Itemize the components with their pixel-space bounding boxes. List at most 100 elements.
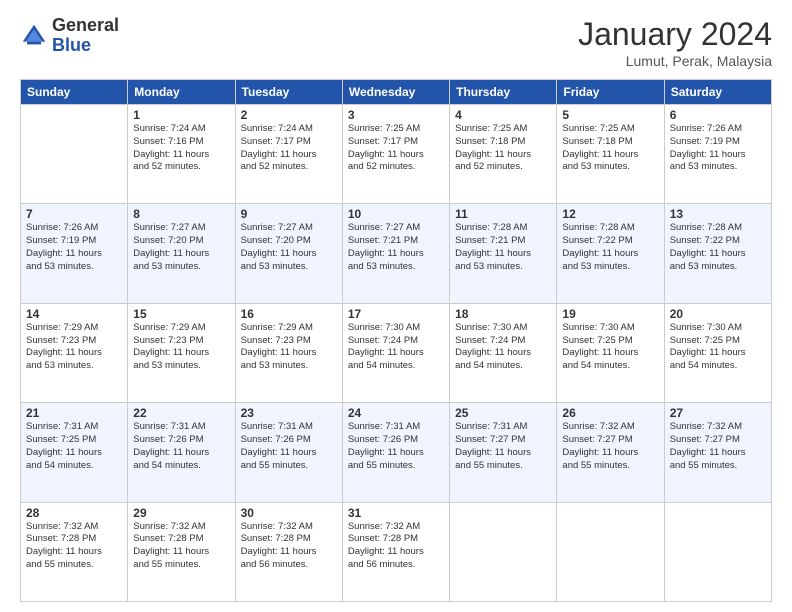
calendar-week-0: 1Sunrise: 7:24 AM Sunset: 7:16 PM Daylig… [21,105,772,204]
day-number: 8 [133,207,229,221]
calendar-title: January 2024 [578,16,772,53]
col-friday: Friday [557,80,664,105]
calendar-cell: 27Sunrise: 7:32 AM Sunset: 7:27 PM Dayli… [664,403,771,502]
calendar-week-1: 7Sunrise: 7:26 AM Sunset: 7:19 PM Daylig… [21,204,772,303]
day-info: Sunrise: 7:32 AM Sunset: 7:28 PM Dayligh… [26,521,122,572]
calendar-cell: 15Sunrise: 7:29 AM Sunset: 7:23 PM Dayli… [128,303,235,402]
col-saturday: Saturday [664,80,771,105]
calendar-cell: 24Sunrise: 7:31 AM Sunset: 7:26 PM Dayli… [342,403,449,502]
calendar-cell [21,105,128,204]
day-number: 20 [670,307,766,321]
col-thursday: Thursday [450,80,557,105]
day-info: Sunrise: 7:31 AM Sunset: 7:26 PM Dayligh… [241,421,337,472]
calendar-cell: 12Sunrise: 7:28 AM Sunset: 7:22 PM Dayli… [557,204,664,303]
day-info: Sunrise: 7:28 AM Sunset: 7:22 PM Dayligh… [670,222,766,273]
day-info: Sunrise: 7:27 AM Sunset: 7:21 PM Dayligh… [348,222,444,273]
day-number: 29 [133,506,229,520]
day-info: Sunrise: 7:30 AM Sunset: 7:24 PM Dayligh… [455,322,551,373]
day-number: 3 [348,108,444,122]
day-number: 9 [241,207,337,221]
calendar-cell: 21Sunrise: 7:31 AM Sunset: 7:25 PM Dayli… [21,403,128,502]
calendar-cell: 10Sunrise: 7:27 AM Sunset: 7:21 PM Dayli… [342,204,449,303]
day-info: Sunrise: 7:32 AM Sunset: 7:28 PM Dayligh… [348,521,444,572]
day-info: Sunrise: 7:27 AM Sunset: 7:20 PM Dayligh… [241,222,337,273]
day-info: Sunrise: 7:32 AM Sunset: 7:27 PM Dayligh… [562,421,658,472]
calendar-table: Sunday Monday Tuesday Wednesday Thursday… [20,79,772,602]
calendar-cell: 25Sunrise: 7:31 AM Sunset: 7:27 PM Dayli… [450,403,557,502]
day-number: 24 [348,406,444,420]
day-info: Sunrise: 7:25 AM Sunset: 7:18 PM Dayligh… [562,123,658,174]
day-number: 1 [133,108,229,122]
day-number: 26 [562,406,658,420]
day-info: Sunrise: 7:32 AM Sunset: 7:27 PM Dayligh… [670,421,766,472]
day-number: 12 [562,207,658,221]
col-wednesday: Wednesday [342,80,449,105]
calendar-cell [664,502,771,601]
day-number: 7 [26,207,122,221]
calendar-cell: 29Sunrise: 7:32 AM Sunset: 7:28 PM Dayli… [128,502,235,601]
day-info: Sunrise: 7:29 AM Sunset: 7:23 PM Dayligh… [241,322,337,373]
day-info: Sunrise: 7:27 AM Sunset: 7:20 PM Dayligh… [133,222,229,273]
calendar-cell: 1Sunrise: 7:24 AM Sunset: 7:16 PM Daylig… [128,105,235,204]
title-block: January 2024 Lumut, Perak, Malaysia [578,16,772,69]
calendar-cell: 9Sunrise: 7:27 AM Sunset: 7:20 PM Daylig… [235,204,342,303]
calendar-cell: 6Sunrise: 7:26 AM Sunset: 7:19 PM Daylig… [664,105,771,204]
calendar-week-3: 21Sunrise: 7:31 AM Sunset: 7:25 PM Dayli… [21,403,772,502]
calendar-cell: 26Sunrise: 7:32 AM Sunset: 7:27 PM Dayli… [557,403,664,502]
calendar-cell: 28Sunrise: 7:32 AM Sunset: 7:28 PM Dayli… [21,502,128,601]
day-info: Sunrise: 7:31 AM Sunset: 7:27 PM Dayligh… [455,421,551,472]
day-info: Sunrise: 7:30 AM Sunset: 7:25 PM Dayligh… [562,322,658,373]
day-info: Sunrise: 7:26 AM Sunset: 7:19 PM Dayligh… [670,123,766,174]
calendar-cell: 16Sunrise: 7:29 AM Sunset: 7:23 PM Dayli… [235,303,342,402]
day-number: 28 [26,506,122,520]
calendar-week-2: 14Sunrise: 7:29 AM Sunset: 7:23 PM Dayli… [21,303,772,402]
day-info: Sunrise: 7:25 AM Sunset: 7:17 PM Dayligh… [348,123,444,174]
day-number: 15 [133,307,229,321]
calendar-cell: 4Sunrise: 7:25 AM Sunset: 7:18 PM Daylig… [450,105,557,204]
calendar-cell: 2Sunrise: 7:24 AM Sunset: 7:17 PM Daylig… [235,105,342,204]
day-number: 18 [455,307,551,321]
calendar-cell: 17Sunrise: 7:30 AM Sunset: 7:24 PM Dayli… [342,303,449,402]
calendar-cell: 8Sunrise: 7:27 AM Sunset: 7:20 PM Daylig… [128,204,235,303]
day-number: 27 [670,406,766,420]
day-number: 22 [133,406,229,420]
day-info: Sunrise: 7:24 AM Sunset: 7:17 PM Dayligh… [241,123,337,174]
calendar-subtitle: Lumut, Perak, Malaysia [578,53,772,69]
day-number: 6 [670,108,766,122]
day-number: 30 [241,506,337,520]
day-info: Sunrise: 7:31 AM Sunset: 7:26 PM Dayligh… [348,421,444,472]
col-sunday: Sunday [21,80,128,105]
calendar-cell [557,502,664,601]
day-info: Sunrise: 7:32 AM Sunset: 7:28 PM Dayligh… [133,521,229,572]
calendar-cell: 13Sunrise: 7:28 AM Sunset: 7:22 PM Dayli… [664,204,771,303]
day-info: Sunrise: 7:31 AM Sunset: 7:26 PM Dayligh… [133,421,229,472]
calendar-cell: 14Sunrise: 7:29 AM Sunset: 7:23 PM Dayli… [21,303,128,402]
day-info: Sunrise: 7:32 AM Sunset: 7:28 PM Dayligh… [241,521,337,572]
day-info: Sunrise: 7:29 AM Sunset: 7:23 PM Dayligh… [26,322,122,373]
calendar-cell: 11Sunrise: 7:28 AM Sunset: 7:21 PM Dayli… [450,204,557,303]
day-number: 25 [455,406,551,420]
logo: General Blue [20,16,119,56]
logo-icon [20,22,48,50]
day-number: 13 [670,207,766,221]
logo-general-text: General [52,16,119,36]
calendar-cell: 19Sunrise: 7:30 AM Sunset: 7:25 PM Dayli… [557,303,664,402]
day-number: 11 [455,207,551,221]
day-info: Sunrise: 7:28 AM Sunset: 7:22 PM Dayligh… [562,222,658,273]
day-info: Sunrise: 7:30 AM Sunset: 7:24 PM Dayligh… [348,322,444,373]
day-info: Sunrise: 7:28 AM Sunset: 7:21 PM Dayligh… [455,222,551,273]
calendar-cell [450,502,557,601]
day-number: 31 [348,506,444,520]
day-number: 10 [348,207,444,221]
day-info: Sunrise: 7:31 AM Sunset: 7:25 PM Dayligh… [26,421,122,472]
day-info: Sunrise: 7:29 AM Sunset: 7:23 PM Dayligh… [133,322,229,373]
day-number: 17 [348,307,444,321]
day-info: Sunrise: 7:25 AM Sunset: 7:18 PM Dayligh… [455,123,551,174]
col-monday: Monday [128,80,235,105]
calendar-cell: 7Sunrise: 7:26 AM Sunset: 7:19 PM Daylig… [21,204,128,303]
header-row: Sunday Monday Tuesday Wednesday Thursday… [21,80,772,105]
day-number: 23 [241,406,337,420]
day-number: 19 [562,307,658,321]
day-info: Sunrise: 7:24 AM Sunset: 7:16 PM Dayligh… [133,123,229,174]
calendar-cell: 3Sunrise: 7:25 AM Sunset: 7:17 PM Daylig… [342,105,449,204]
